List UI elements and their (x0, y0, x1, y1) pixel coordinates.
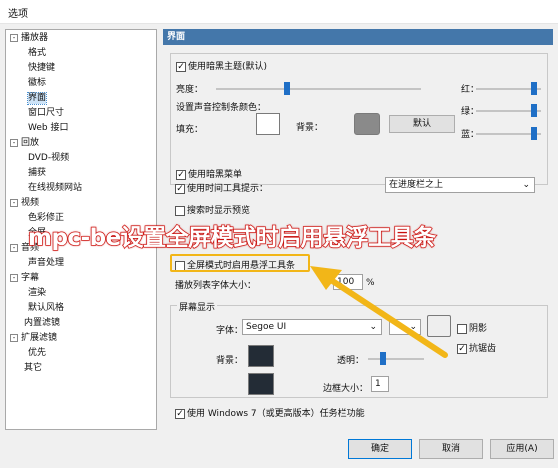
tree-item[interactable]: 渲染 (28, 288, 46, 299)
blue-thumb[interactable] (531, 127, 537, 140)
collapse-icon[interactable]: - (10, 243, 18, 252)
cancel-button[interactable]: 取消 (419, 439, 483, 459)
tree-item-label: 界面 (28, 93, 47, 103)
tree-item[interactable]: 声音处理 (28, 258, 64, 269)
preview-checkbox[interactable]: 搜索时显示预览 (175, 203, 250, 216)
fill-label: 填充： (176, 125, 204, 135)
tree-item-label: 回放 (21, 138, 40, 148)
collapse-icon[interactable]: - (10, 198, 18, 207)
tree-item-label: 优先 (28, 348, 47, 358)
brightness-thumb[interactable] (284, 82, 290, 95)
tree-item-label: 快捷键 (28, 63, 56, 73)
bg-color-swatch[interactable] (354, 113, 380, 135)
tree-item[interactable]: - 视频 (10, 198, 39, 209)
dark-theme-checkbox[interactable]: ✓ 使用暗黑主题(默认) (176, 59, 267, 72)
collapse-icon[interactable]: - (10, 333, 18, 342)
apply-button[interactable]: 应用(A) (490, 439, 554, 459)
tree-item-label: 其它 (24, 363, 43, 373)
theme-group: ✓ 使用暗黑主题(默认) 亮度： 红： 设置声音控制条颜色： 绿： 填充： 背景：… (170, 53, 548, 185)
tree-item[interactable]: - 回放 (10, 138, 39, 149)
tree-item-label: DVD-视频 (28, 153, 70, 163)
tree-item[interactable]: - 字幕 (10, 273, 39, 284)
tree-item-label: 视频 (21, 198, 40, 208)
overlay-caption: mpc-be设置全屏模式时启用悬浮工具条 (27, 224, 437, 252)
tree-item[interactable]: 优先 (28, 348, 46, 359)
tree-item-label: Web 接口 (28, 123, 69, 133)
panel-title: 界面 (163, 29, 553, 45)
osd-title: 屏幕显示 (177, 300, 218, 313)
fill-color-swatch[interactable] (256, 113, 280, 135)
brightness-slider[interactable] (216, 88, 421, 90)
window-title: 选项 (8, 9, 28, 20)
tree-item[interactable]: 快捷键 (28, 63, 55, 74)
border-size-input[interactable]: 1 (371, 376, 389, 392)
volume-color-label: 设置声音控制条颜色： (176, 103, 267, 113)
green-thumb[interactable] (531, 104, 537, 117)
collapse-icon[interactable]: - (10, 138, 18, 147)
arrow-icon (310, 266, 448, 358)
tree-item[interactable]: 捕获 (28, 168, 46, 179)
tree-item-label: 窗口尺寸 (28, 108, 65, 118)
tree-item[interactable]: 界面 (26, 92, 48, 105)
tree-item-label: 在线视频网站 (28, 183, 83, 193)
osd-border-swatch[interactable] (248, 373, 274, 395)
tree-item[interactable]: 其它 (10, 363, 42, 374)
brightness-label: 亮度： (176, 85, 204, 95)
red-thumb[interactable] (531, 82, 537, 95)
tree-item[interactable]: 格式 (28, 48, 46, 59)
tree-item-label: 渲染 (28, 288, 47, 298)
check-icon: ✓ (175, 183, 185, 194)
chevron-down-icon: ⌄ (522, 180, 530, 190)
collapse-icon[interactable]: - (10, 273, 18, 282)
highlight-box (170, 254, 310, 272)
tree-item-label: 默认风格 (28, 303, 65, 313)
tree-item-label: 字幕 (21, 273, 40, 283)
checkbox-box (175, 205, 185, 216)
time-tooltip-checkbox[interactable]: ✓ 使用时间工具提示： (175, 181, 268, 194)
tree-item-label: 内置滤镜 (24, 318, 61, 328)
tree-item[interactable]: 默认风格 (28, 303, 64, 314)
tree-item-label: 格式 (28, 48, 47, 58)
tree-item[interactable]: 徽标 (28, 78, 46, 89)
collapse-icon[interactable]: - (10, 33, 18, 42)
tree-item[interactable]: - 扩展滤镜 (10, 333, 57, 344)
tree-item[interactable]: DVD-视频 (28, 153, 69, 164)
osd-bg-label: 背景： (216, 356, 244, 366)
playlist-font-label: 播放列表字体大小： (175, 281, 257, 291)
title-bar: 选项 (0, 0, 558, 24)
tree-item[interactable]: Web 接口 (28, 123, 68, 134)
check-icon: ✓ (176, 169, 186, 180)
dark-menu-checkbox[interactable]: ✓ 使用暗黑菜单 (176, 167, 242, 180)
osd-bg-swatch[interactable] (248, 345, 274, 367)
tree-item[interactable]: 在线视频网站 (28, 183, 82, 194)
check-icon: ✓ (176, 61, 186, 72)
default-button[interactable]: 默认 (389, 115, 455, 133)
tree-item-label: 扩展滤镜 (21, 333, 58, 343)
tree-item-label: 徽标 (28, 78, 47, 88)
border-size-label: 边框大小： (323, 384, 369, 394)
bg-label: 背景： (296, 123, 324, 133)
shadow-checkbox[interactable]: 阴影 (457, 321, 487, 334)
font-label: 字体： (216, 326, 244, 336)
tree-item[interactable]: - 播放器 (10, 33, 48, 44)
tree-item[interactable]: 内置滤镜 (10, 318, 60, 329)
tree-item-label: 捕获 (28, 168, 47, 178)
tree-item[interactable]: 窗口尺寸 (28, 108, 64, 119)
antialias-checkbox[interactable]: ✓ 抗锯齿 (457, 341, 496, 354)
check-icon: ✓ (175, 408, 185, 419)
tree-item-label: 声音处理 (28, 258, 65, 268)
ok-button[interactable]: 确定 (348, 439, 412, 459)
tree-item-label: 播放器 (21, 33, 49, 43)
time-tooltip-select[interactable]: 在进度栏之上 ⌄ (385, 177, 535, 193)
win7-checkbox[interactable]: ✓ 使用 Windows 7（或更高版本）任务栏功能 (175, 406, 365, 419)
